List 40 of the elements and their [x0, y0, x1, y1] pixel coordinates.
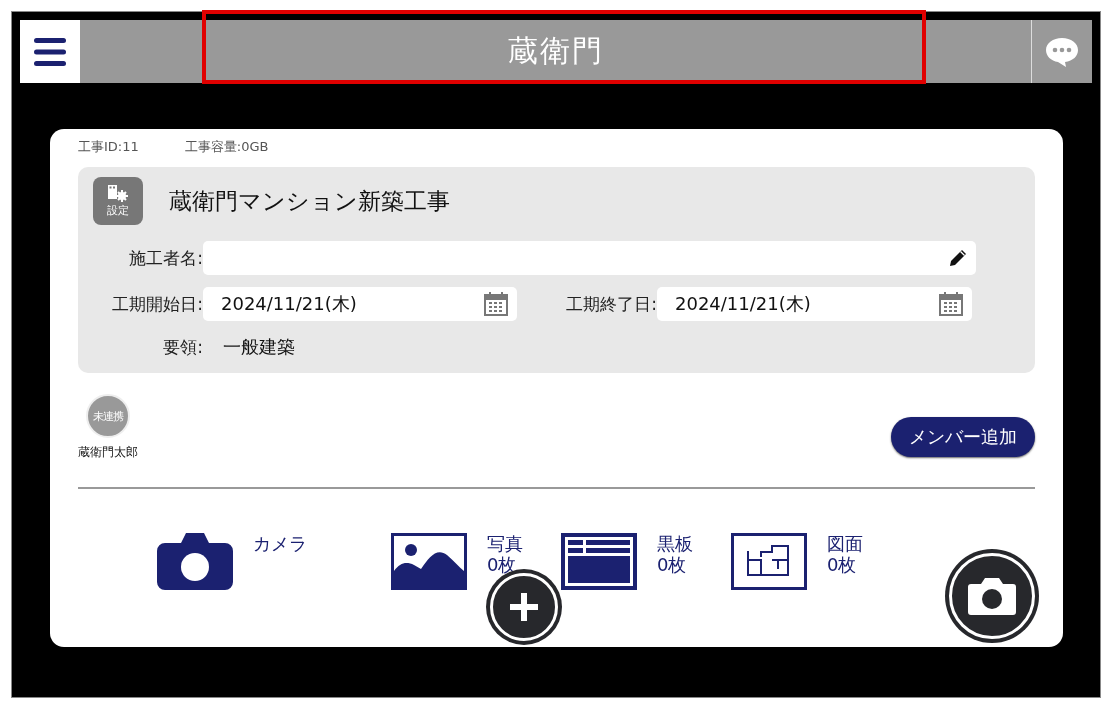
builder-name-field[interactable] — [203, 241, 976, 275]
tile-label: カメラ — [253, 533, 307, 554]
field-label: 工期開始日: — [111, 292, 203, 316]
photo-tile[interactable]: 写真 0枚 — [391, 533, 523, 590]
field-label: 施工者名: — [128, 246, 203, 270]
board-tile[interactable]: 黒板 0枚 — [561, 533, 693, 590]
calendar-icon — [938, 291, 964, 317]
tile-count: 0枚 — [487, 554, 518, 575]
tile-label: 写真 — [487, 533, 523, 554]
camera-icon — [967, 576, 1017, 616]
end-date-field[interactable]: 2024/11/21(木) — [657, 287, 972, 321]
pencil-icon — [948, 248, 968, 268]
project-capacity: 工事容量:0GB — [184, 138, 269, 156]
guideline-value: 一般建築 — [222, 335, 295, 359]
member-name: 蔵衛門太郎 — [78, 444, 138, 461]
tile-label: 図面 — [827, 533, 863, 554]
floor-plan-icon — [731, 533, 807, 590]
tile-count: 0枚 — [657, 554, 688, 575]
drawing-tile[interactable]: 図面 0枚 — [731, 533, 863, 590]
field-label: 要領: — [162, 335, 203, 359]
tile-count: 0枚 — [827, 554, 858, 575]
app-logo: 蔵衛門 — [507, 32, 604, 70]
camera-icon — [157, 533, 233, 590]
start-date-field[interactable]: 2024/11/21(木) — [203, 287, 517, 321]
landscape-picture-icon — [391, 533, 467, 590]
camera-tile[interactable]: カメラ — [157, 533, 391, 590]
building-gear-icon — [107, 184, 129, 202]
settings-button[interactable]: 設定 — [93, 177, 143, 225]
plus-icon — [508, 591, 540, 623]
project-title: 蔵衛門マンション新築工事 — [169, 186, 450, 216]
add-member-button[interactable]: メンバー追加 — [891, 417, 1035, 457]
menu-button[interactable] — [20, 20, 80, 83]
chat-bubble-icon — [1044, 35, 1080, 68]
field-label: 工期終了日: — [565, 292, 657, 316]
menu-icon — [34, 36, 66, 67]
calendar-icon — [483, 291, 509, 317]
board-icon — [561, 533, 637, 590]
add-button[interactable] — [490, 573, 558, 641]
project-id: 工事ID:11 — [78, 138, 139, 156]
tile-label: 黒板 — [657, 533, 693, 554]
